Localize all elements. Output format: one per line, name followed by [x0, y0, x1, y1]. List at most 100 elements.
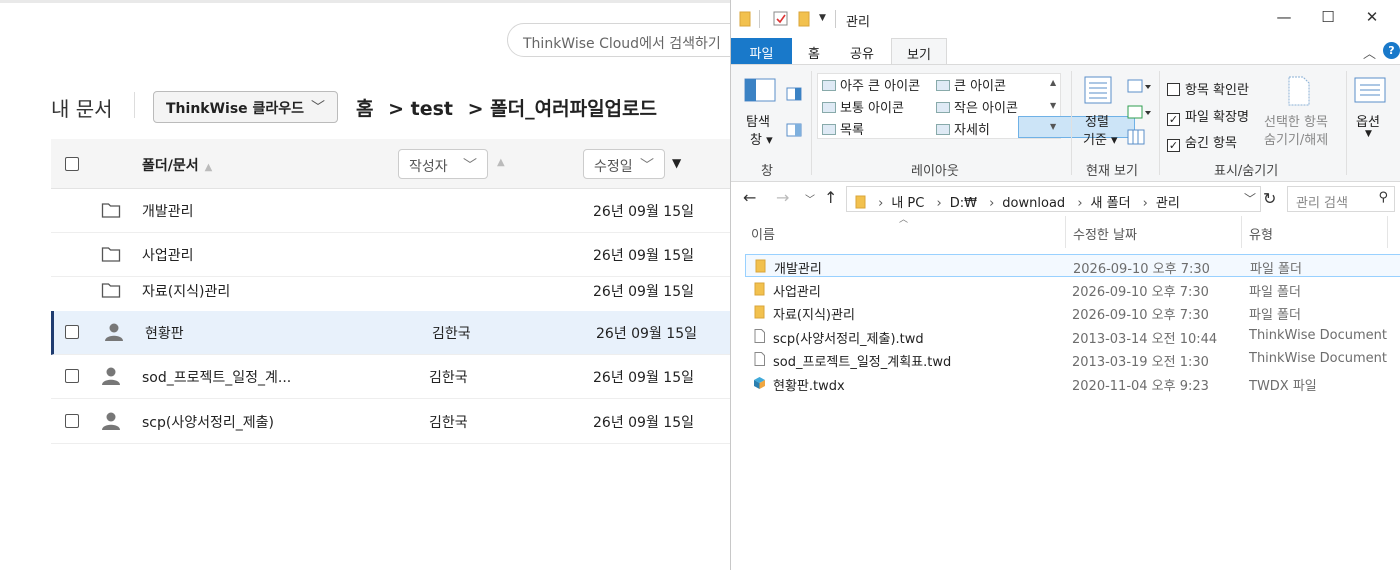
- file-row[interactable]: 사업관리 2026-09-10 오후 7:30 파일 폴더: [745, 278, 1400, 301]
- file-row[interactable]: 자료(지식)관리 2026-09-10 오후 7:30 파일 폴더: [745, 301, 1400, 324]
- row-name[interactable]: 자료(지식)관리: [142, 281, 230, 301]
- recent-locations-icon[interactable]: ﹀: [805, 191, 815, 206]
- divider[interactable]: [1241, 216, 1242, 248]
- navigation-pane-label[interactable]: 탐색: [746, 111, 770, 130]
- file-name[interactable]: 사업관리: [773, 281, 821, 300]
- minimize-icon[interactable]: —: [1269, 8, 1299, 32]
- explorer-search-input[interactable]: 관리 검색 ⚲: [1287, 186, 1395, 212]
- sort-by-label-2[interactable]: 기준 ▾: [1083, 129, 1118, 148]
- hide-selected-icon[interactable]: [1286, 75, 1312, 107]
- maximize-icon[interactable]: ☐: [1313, 8, 1343, 32]
- address-segment[interactable]: 내 PC: [891, 196, 924, 211]
- collapse-ribbon-icon[interactable]: ︿: [1363, 43, 1376, 62]
- chevron-right-icon[interactable]: ›: [989, 196, 994, 211]
- address-input[interactable]: › 내 PC › D:₩ › download › 새 폴더 › 관리 ﹀: [846, 186, 1261, 212]
- navigation-pane-icon[interactable]: [744, 78, 776, 102]
- scroll-up-icon[interactable]: ▲: [1050, 78, 1056, 87]
- forward-icon[interactable]: →: [776, 188, 789, 207]
- date-column-dropdown[interactable]: 수정일 ﹀: [583, 149, 665, 179]
- address-segment[interactable]: 새 폴더: [1091, 196, 1131, 211]
- layout-medium-icons[interactable]: 보통 아이콘: [822, 97, 904, 116]
- hide-selected-label-2[interactable]: 숨기기/해제: [1264, 129, 1328, 148]
- chevron-right-icon[interactable]: ›: [1143, 196, 1148, 211]
- cloud-select-button[interactable]: ThinkWise 클라우드 ﹀: [153, 91, 338, 123]
- customize-toolbar-icon[interactable]: ▼: [819, 13, 826, 23]
- search-icon[interactable]: ⚲: [1378, 190, 1388, 205]
- file-name[interactable]: scp(사양서정리_제출).twd: [773, 328, 924, 347]
- chevron-right-icon[interactable]: ›: [937, 196, 942, 211]
- author-column-dropdown[interactable]: 작성자 ﹀: [398, 149, 488, 179]
- chevron-down-icon[interactable]: ▼: [1365, 129, 1372, 139]
- select-all-checkbox[interactable]: [65, 157, 79, 171]
- checkbox-checked[interactable]: ✓: [1167, 113, 1180, 126]
- preview-pane-icon[interactable]: [786, 87, 802, 101]
- layout-list[interactable]: 목록: [822, 119, 864, 138]
- address-segment[interactable]: D:₩: [950, 196, 977, 211]
- options-button[interactable]: 옵션: [1356, 111, 1380, 130]
- row-name[interactable]: 사업관리: [142, 245, 194, 265]
- back-icon[interactable]: ←: [743, 188, 756, 207]
- column-type[interactable]: 유형: [1249, 224, 1273, 243]
- sort-up-icon[interactable]: ▲: [497, 157, 505, 168]
- divider[interactable]: [1065, 216, 1066, 248]
- file-name[interactable]: 현황판.twdx: [773, 375, 845, 394]
- hidden-items-toggle[interactable]: ✓ 숨긴 항목: [1167, 132, 1237, 152]
- layout-large-icons[interactable]: 큰 아이콘: [936, 75, 1006, 94]
- sort-down-icon[interactable]: ▼: [672, 156, 681, 170]
- column-name-header[interactable]: 폴더/문서 ▲: [142, 155, 212, 175]
- item-checkboxes-toggle[interactable]: 항목 확인란: [1167, 79, 1249, 98]
- size-columns-icon[interactable]: [1127, 129, 1145, 145]
- column-name[interactable]: 이름: [751, 224, 775, 243]
- table-row[interactable]: 현황판 김한국 26년 09월 15일: [51, 311, 731, 355]
- close-icon[interactable]: ✕: [1357, 8, 1387, 32]
- checkbox[interactable]: [1167, 83, 1180, 96]
- file-row[interactable]: 현황판.twdx 2020-11-04 오후 9:23 TWDX 파일: [745, 372, 1400, 395]
- tab-view[interactable]: 보기: [891, 38, 947, 65]
- file-row[interactable]: scp(사양서정리_제출).twd 2013-03-14 오전 10:44 Thin…: [745, 325, 1400, 348]
- hide-selected-label[interactable]: 선택한 항목: [1264, 111, 1328, 130]
- row-checkbox[interactable]: [65, 325, 79, 339]
- search-input[interactable]: ThinkWise Cloud에서 검색하기: [507, 23, 767, 57]
- address-segment[interactable]: 관리: [1156, 196, 1180, 211]
- breadcrumb-current[interactable]: > 폴더_여러파일업로드: [468, 98, 657, 120]
- checkbox-checked[interactable]: ✓: [1167, 139, 1180, 152]
- options-icon[interactable]: [1354, 77, 1386, 103]
- table-row[interactable]: scp(사양서정리_제출) 김한국 26년 09월 15일: [51, 400, 731, 444]
- up-icon[interactable]: ↑: [824, 188, 837, 207]
- file-name[interactable]: sod_프로젝트_일정_계획표.twd: [773, 351, 951, 370]
- tab-home[interactable]: 홈: [793, 38, 835, 64]
- file-name[interactable]: 자료(지식)관리: [773, 304, 855, 323]
- help-icon[interactable]: ?: [1383, 42, 1400, 59]
- row-name[interactable]: scp(사양서정리_제출): [142, 412, 274, 432]
- row-name[interactable]: sod_프로젝트_일정_계...: [142, 367, 291, 387]
- divider[interactable]: [1387, 216, 1388, 248]
- table-row[interactable]: sod_프로젝트_일정_계... 김한국 26년 09월 15일: [51, 355, 731, 399]
- expand-gallery-icon[interactable]: ▼: [1050, 122, 1056, 131]
- table-row[interactable]: 자료(지식)관리 26년 09월 15일: [51, 269, 731, 313]
- tab-share[interactable]: 공유: [837, 38, 887, 64]
- breadcrumb-test[interactable]: > test: [388, 98, 453, 120]
- refresh-icon[interactable]: ↻: [1263, 189, 1276, 208]
- sort-by-label[interactable]: 정렬: [1085, 111, 1109, 130]
- file-row[interactable]: sod_프로젝트_일정_계획표.twd 2013-03-19 오전 1:30 Thi…: [745, 348, 1400, 371]
- properties-icon[interactable]: [773, 11, 789, 27]
- file-extensions-toggle[interactable]: ✓ 파일 확장명: [1167, 106, 1249, 126]
- chevron-right-icon[interactable]: ›: [878, 196, 883, 211]
- tab-file[interactable]: 파일: [731, 38, 792, 64]
- scroll-down-icon[interactable]: ▼: [1050, 101, 1056, 110]
- table-row[interactable]: 개발관리 26년 09월 15일: [51, 189, 731, 233]
- group-by-icon[interactable]: [1127, 79, 1153, 93]
- address-history-icon[interactable]: ﹀: [1244, 190, 1256, 207]
- file-row[interactable]: 개발관리 2026-09-10 오후 7:30 파일 폴더: [745, 254, 1400, 277]
- file-name[interactable]: 개발관리: [774, 258, 822, 277]
- row-name[interactable]: 개발관리: [142, 201, 194, 221]
- breadcrumb-home[interactable]: 홈: [356, 98, 373, 120]
- row-name[interactable]: 현황판: [145, 323, 184, 343]
- layout-small-icons[interactable]: 작은 아이콘: [936, 97, 1018, 116]
- new-folder-icon[interactable]: [798, 11, 810, 27]
- row-checkbox[interactable]: [65, 369, 79, 383]
- add-columns-icon[interactable]: [1127, 105, 1153, 119]
- address-segment[interactable]: download: [1002, 196, 1065, 211]
- details-pane-icon[interactable]: [786, 123, 802, 137]
- chevron-right-icon[interactable]: ›: [1077, 196, 1082, 211]
